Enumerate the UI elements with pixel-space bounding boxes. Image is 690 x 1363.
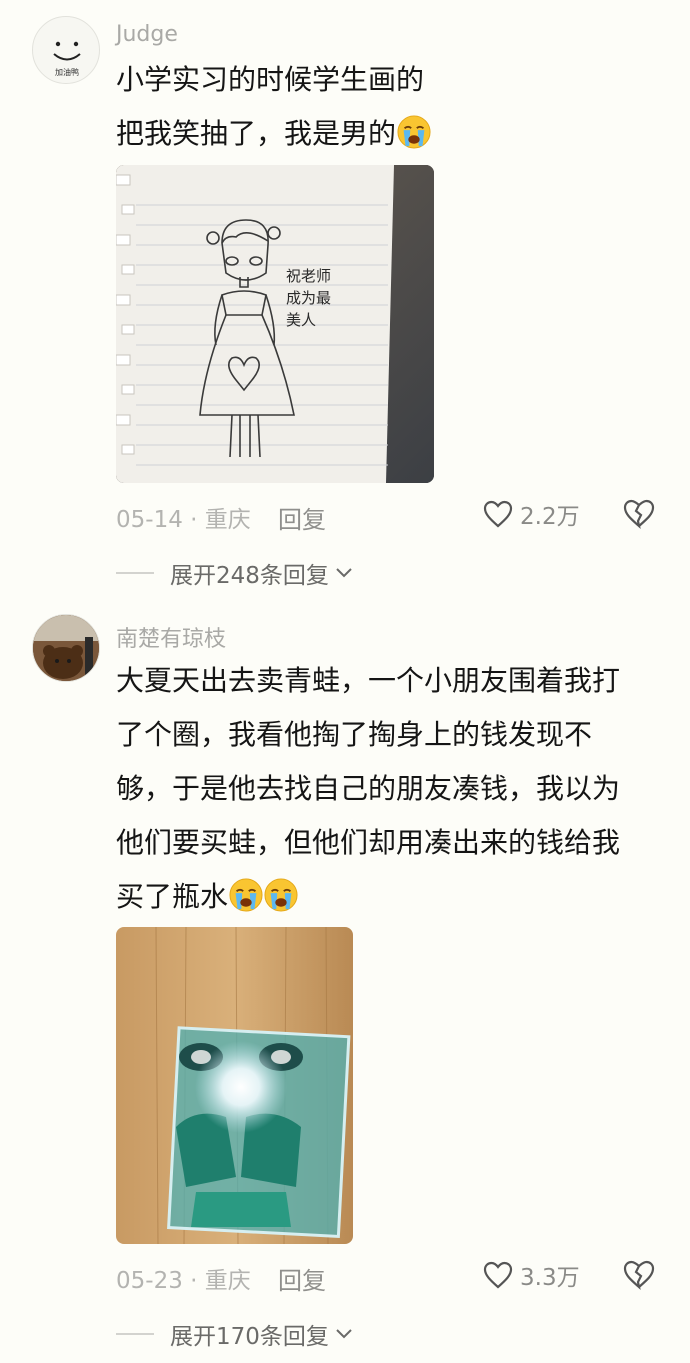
avatar[interactable]: 加油鸭: [32, 16, 100, 84]
text-line-with-emoji: 买了瓶水: [116, 870, 646, 924]
comment-location: 重庆: [204, 1268, 251, 1294]
comment-2: 南楚有琼枝 大夏天出去卖青蛙，一个小朋友围着我打 了个圈，我看他掏了掏身上的钱发…: [0, 600, 690, 1363]
comment-1: 加油鸭 Judge 小学实习的时候学生画的 把我笑抽了，我是男的 祝老师成为最美…: [0, 0, 690, 600]
meta-row: 05-14 · 重庆: [116, 500, 251, 534]
drawing-photo-image: [116, 165, 434, 483]
heart-outline-icon: [483, 500, 513, 528]
drawing-handwriting: 祝老师成为最美人: [286, 267, 332, 329]
username[interactable]: 南楚有琼枝: [116, 621, 226, 653]
text-line: 了个圈，我看他掏了掏身上的钱发现不: [116, 718, 593, 751]
text-line: 买了瓶水: [116, 880, 229, 913]
expand-replies-button[interactable]: 展开170条回复: [116, 1317, 353, 1351]
avatar-caption: 加油鸭: [55, 68, 79, 77]
loudly-crying-face-emoji: [229, 878, 263, 912]
divider-line: [116, 1333, 154, 1335]
comment-text: 小学实习的时候学生画的 把我笑抽了，我是男的: [116, 53, 646, 161]
text-line: 够，于是他去找自己的朋友凑钱，我以为: [116, 772, 621, 805]
chevron-down-icon: [336, 568, 352, 578]
loudly-crying-face-emoji: [397, 115, 431, 149]
comment-location: 重庆: [204, 507, 251, 533]
broken-heart-icon[interactable]: [622, 1258, 656, 1290]
divider-line: [116, 572, 154, 574]
username[interactable]: Judge: [116, 22, 178, 47]
like-button[interactable]: 3.3万: [482, 1258, 580, 1292]
expand-replies-label: 展开170条回复: [170, 1324, 329, 1350]
comment-photo-drawing[interactable]: 祝老师成为最美人: [116, 165, 434, 483]
text-line-with-emoji: 把我笑抽了，我是男的: [116, 107, 646, 161]
text-line: 大夏天出去卖青蛙，一个小朋友围着我打: [116, 664, 621, 697]
like-button[interactable]: 2.2万: [482, 497, 580, 531]
heart-outline-icon: [483, 1261, 513, 1289]
like-count: 2.2万: [520, 504, 580, 530]
text-line: 小学实习的时候学生画的: [116, 63, 425, 96]
comment-photo-frog[interactable]: [116, 927, 353, 1244]
meta-separator: ·: [190, 1268, 205, 1294]
comment-date: 05-23: [116, 1268, 183, 1294]
meta-separator: ·: [190, 507, 205, 533]
bear-avatar-icon: [33, 615, 99, 681]
reply-button[interactable]: 回复: [278, 1261, 326, 1296]
avatar[interactable]: [32, 614, 100, 682]
like-count: 3.3万: [520, 1265, 580, 1291]
text-line: 把我笑抽了，我是男的: [116, 117, 397, 150]
chevron-down-icon: [336, 1329, 352, 1339]
reply-button[interactable]: 回复: [278, 500, 326, 535]
comment-date: 05-14: [116, 507, 183, 533]
text-line: 他们要买蛙，但他们却用凑出来的钱给我: [116, 826, 621, 859]
expand-replies-button[interactable]: 展开248条回复: [116, 556, 353, 590]
comment-text: 大夏天出去卖青蛙，一个小朋友围着我打 了个圈，我看他掏了掏身上的钱发现不 够，于…: [116, 654, 646, 924]
loudly-crying-face-emoji: [264, 878, 298, 912]
frog-photo-image: [116, 927, 353, 1244]
broken-heart-icon[interactable]: [622, 497, 656, 529]
expand-replies-label: 展开248条回复: [170, 563, 329, 589]
meta-row: 05-23 · 重庆: [116, 1261, 251, 1295]
